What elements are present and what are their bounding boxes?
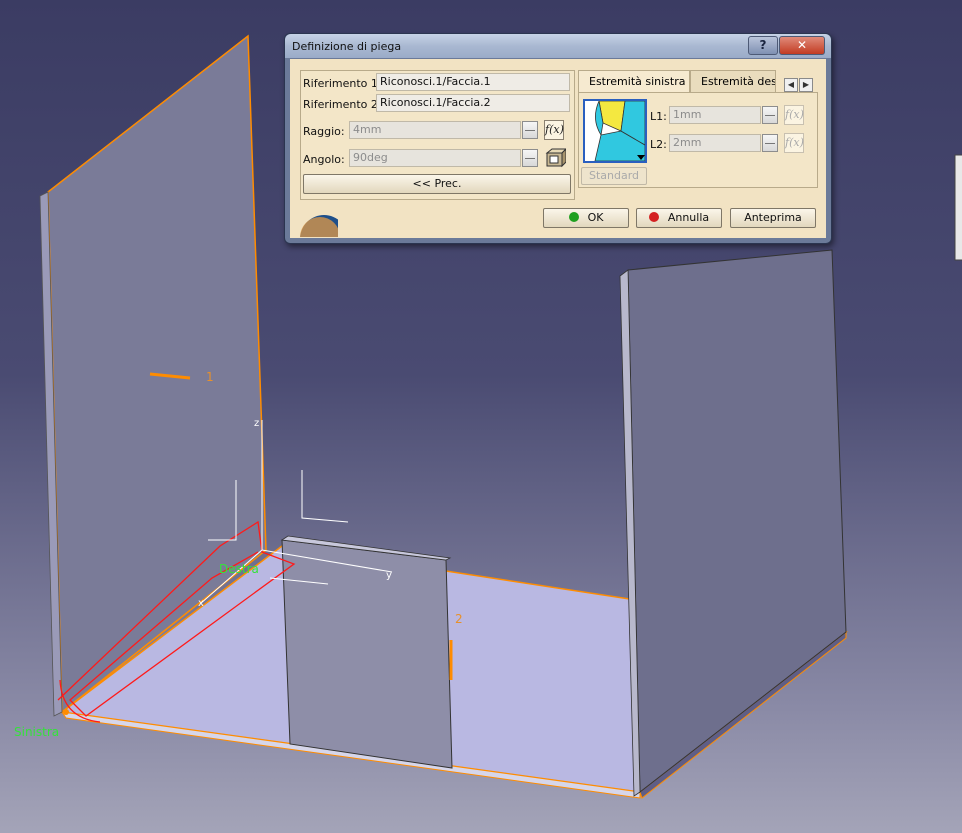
tab-scroll-left-button[interactable]: ◀: [784, 78, 798, 92]
close-button[interactable]: ✕: [779, 36, 825, 55]
face2-label: 2: [455, 612, 463, 626]
side-panel-edge: [954, 154, 962, 261]
ok-button[interactable]: OK: [543, 208, 629, 228]
angle-label: Angolo:: [303, 153, 345, 166]
angle-measure-icon[interactable]: [544, 147, 568, 169]
catia-logo-icon: [298, 209, 338, 237]
bend-end-type-selector[interactable]: [583, 99, 647, 163]
back-panel-face[interactable]: [281, 539, 453, 769]
axis-z-label: z: [254, 418, 259, 429]
tab-left-extremity[interactable]: Estremità sinistra: [578, 70, 690, 92]
axis-y-label: y: [386, 570, 392, 581]
bend-definition-dialog: Definizione di piega ? ✕ Riferimento 1: …: [284, 33, 832, 244]
dialog-client: Riferimento 1: Riconosci.1/Faccia.1 Rife…: [290, 59, 826, 238]
right-end-label: Destra: [219, 562, 259, 576]
left-extremity-tab-body: L1: 1mm f(x) L2: 2mm f(x) Standard: [578, 92, 818, 188]
reference-1-label: Riferimento 1:: [303, 77, 382, 90]
dialog-title: Definizione di piega: [292, 40, 402, 53]
angle-spinner[interactable]: [522, 149, 538, 167]
l1-label: L1:: [650, 110, 667, 123]
face1-label: 1: [206, 370, 214, 384]
tab-scroll-right-button[interactable]: ▶: [799, 78, 813, 92]
standard-button[interactable]: Standard: [581, 167, 647, 185]
reference-2-label: Riferimento 2:: [303, 98, 382, 111]
axis-x-label: x: [198, 598, 204, 609]
references-panel: Riferimento 1: Riconosci.1/Faccia.1 Rife…: [300, 70, 575, 200]
cancel-button[interactable]: Annulla: [636, 208, 722, 228]
left-end-label: Sinistra: [14, 725, 59, 739]
radius-spinner[interactable]: [522, 121, 538, 139]
l1-formula-button[interactable]: f(x): [784, 105, 804, 125]
right-wall-face[interactable]: [627, 249, 847, 794]
ok-icon: [568, 212, 579, 222]
ok-button-label: OK: [587, 211, 604, 224]
l1-spinner[interactable]: [762, 106, 778, 124]
cancel-icon: [648, 212, 659, 222]
radius-input[interactable]: 4mm: [349, 121, 521, 139]
l2-formula-button[interactable]: f(x): [784, 133, 804, 153]
l1-input[interactable]: 1mm: [669, 106, 761, 124]
help-button[interactable]: ?: [748, 36, 778, 55]
dialog-titlebar[interactable]: Definizione di piega ? ✕: [285, 34, 831, 58]
prev-button[interactable]: << Prec.: [303, 174, 571, 194]
reference-1-field[interactable]: Riconosci.1/Faccia.1: [376, 73, 570, 91]
l2-spinner[interactable]: [762, 134, 778, 152]
radius-formula-button[interactable]: f(x): [544, 120, 564, 140]
left-end-point: [63, 709, 69, 715]
l2-label: L2:: [650, 138, 667, 151]
reference-2-field[interactable]: Riconosci.1/Faccia.2: [376, 94, 570, 112]
radius-label: Raggio:: [303, 125, 345, 138]
angle-input[interactable]: 90deg: [349, 149, 521, 167]
extremities-panel: Estremità sinistra Estremità destra ◀ ▶ …: [578, 70, 818, 188]
cancel-button-label: Annulla: [667, 211, 710, 224]
tab-right-extremity[interactable]: Estremità destra: [690, 70, 776, 92]
preview-button[interactable]: Anteprima: [730, 208, 816, 228]
l2-input[interactable]: 2mm: [669, 134, 761, 152]
